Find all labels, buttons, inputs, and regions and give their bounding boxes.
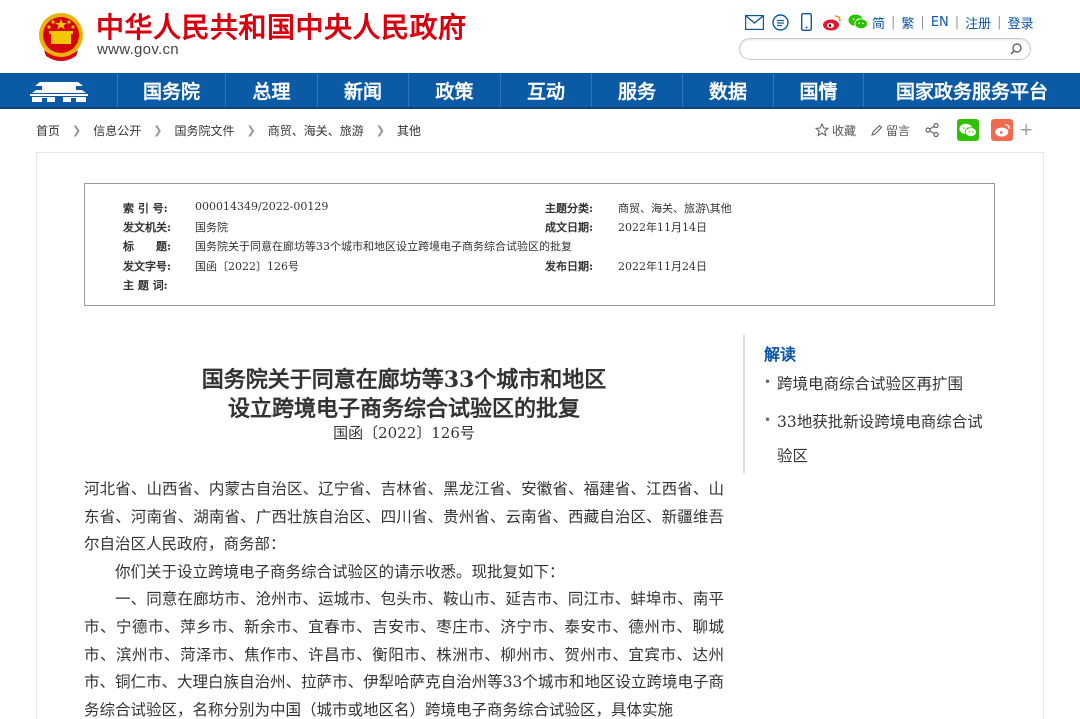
nav-item-premier[interactable]: 总理 — [225, 73, 317, 107]
search-box — [739, 38, 1031, 60]
chevron-right-icon: ❯ — [153, 124, 163, 137]
breadcrumb-home[interactable]: 首页 — [36, 122, 60, 139]
title-label: 标 题: — [123, 240, 172, 253]
nav-item-data[interactable]: 数据 — [682, 73, 773, 107]
interpretation-heading: 解读 — [764, 345, 797, 364]
chevron-right-icon: ❯ — [375, 124, 385, 137]
register-link[interactable]: 注册 — [965, 13, 991, 32]
pencil-icon — [871, 124, 883, 136]
nav-items: 国务院 总理 新闻 政策 互动 服务 数据 国情 国家政务服务平台 — [117, 73, 1080, 107]
interpretation-link-label: 跨境电商综合试验区再扩围 — [777, 375, 964, 393]
topic-category-label: 主题分类: — [545, 202, 594, 215]
index-number-value: 000014349/2022-00129 — [195, 200, 329, 213]
link-separator: | — [997, 15, 1002, 30]
wechat-icon — [959, 123, 978, 137]
site-title[interactable]: 中华人民共和国中央人民政府 — [96, 6, 467, 46]
document-title-line-1: 国务院关于同意在廊坊等33个城市和地区 — [201, 367, 607, 393]
breadcrumb-other[interactable]: 其他 — [397, 122, 421, 139]
bullet-icon: • — [764, 375, 772, 389]
site-url[interactable]: www.gov.cn — [97, 41, 179, 58]
message-icon[interactable] — [770, 12, 790, 32]
created-date-value: 2022年11月14日 — [618, 221, 707, 234]
mail-icon[interactable] — [744, 12, 764, 32]
topic-category-value: 商贸、海关、旅游\其他 — [618, 202, 732, 215]
login-link[interactable]: 登录 — [1008, 13, 1034, 32]
breadcrumb-state-council-documents[interactable]: 国务院文件 — [174, 122, 234, 139]
english-link[interactable]: EN — [931, 15, 949, 30]
published-date-value: 2022年11月24日 — [618, 260, 707, 273]
issuer-value: 国务院 — [195, 221, 228, 234]
interpretation-link[interactable]: • 33地获批新设跨境电商综合试验区 — [764, 405, 994, 473]
issuer-label: 发文机关: — [123, 221, 172, 234]
breadcrumb-info-disclosure[interactable]: 信息公开 — [93, 122, 141, 139]
star-icon — [815, 123, 829, 137]
document-number-value: 国函〔2022〕126号 — [195, 260, 299, 273]
favorite-label: 收藏 — [832, 123, 857, 138]
nav-item-gov-service-platform[interactable]: 国家政务服务平台 — [863, 73, 1080, 107]
nav-item-services[interactable]: 服务 — [591, 73, 682, 107]
traditional-chinese-link[interactable]: 繁 — [901, 13, 914, 32]
plus-icon[interactable]: + — [1019, 121, 1033, 139]
title-value: 国务院关于同意在廊坊等33个城市和地区设立跨境电子商务综合试验区的批复 — [195, 240, 572, 253]
comment-label: 留言 — [886, 123, 911, 138]
top-icon-bar — [744, 10, 868, 34]
nav-item-news[interactable]: 新闻 — [317, 73, 408, 107]
mobile-icon[interactable] — [796, 12, 816, 32]
document-title-line-2: 设立跨境电子商务综合试验区的批复 — [227, 396, 580, 422]
published-date-label: 发布日期: — [545, 260, 594, 273]
nav-item-state-council[interactable]: 国务院 — [117, 73, 225, 107]
search-icon[interactable] — [1008, 41, 1024, 57]
chevron-right-icon: ❯ — [246, 124, 256, 137]
breadcrumb: 首页 ❯ 信息公开 ❯ 国务院文件 ❯ 商贸、海关、旅游 ❯ 其他 — [36, 122, 421, 139]
language-links: 简 | 繁 | EN | 注册 | 登录 — [872, 13, 1034, 32]
created-date-label: 成文日期: — [545, 221, 594, 234]
nav-item-interaction[interactable]: 互动 — [500, 73, 591, 107]
document-body: 河北省、山西省、内蒙古自治区、辽宁省、吉林省、黑龙江省、安徽省、福建省、江西省、… — [84, 476, 724, 719]
weibo-icon[interactable] — [822, 12, 842, 32]
nav-item-national-info[interactable]: 国情 — [773, 73, 863, 107]
national-emblem-logo[interactable] — [36, 10, 86, 64]
site-header: 中华人民共和国中央人民政府 www.gov.cn 简 | 繁 | EN | 注册… — [0, 0, 1080, 73]
document-metadata-table: 索 引 号: 000014349/2022-00129 主题分类: 商贸、海关、… — [84, 183, 995, 306]
link-separator: | — [954, 15, 960, 30]
favorite-button[interactable]: 收藏 — [815, 122, 856, 139]
document-number-label: 发文字号: — [123, 260, 172, 273]
chevron-right-icon: ❯ — [72, 124, 82, 137]
interpretation-link-label: 33地获批新设跨境电商综合试验区 — [777, 413, 983, 465]
index-number-label: 索 引 号: — [123, 202, 168, 215]
simplified-chinese-link[interactable]: 简 — [872, 13, 885, 32]
search-input[interactable] — [750, 41, 1000, 57]
body-paragraph: 你们关于设立跨境电子商务综合试验区的请示收悉。现批复如下： — [115, 562, 565, 581]
link-separator: | — [891, 15, 896, 30]
share-weibo-button[interactable] — [991, 119, 1014, 141]
link-separator: | — [920, 15, 925, 30]
breadcrumb-commerce-customs-tourism[interactable]: 商贸、海关、旅游 — [268, 122, 364, 139]
bullet-icon: • — [764, 413, 772, 427]
document-number: 国函〔2022〕126号 — [333, 424, 475, 442]
main-nav: 国务院 总理 新闻 政策 互动 服务 数据 国情 国家政务服务平台 — [0, 73, 1080, 109]
interpretation-link[interactable]: • 跨境电商综合试验区再扩围 — [764, 367, 994, 401]
article-tools: 收藏 留言 + — [815, 119, 1033, 141]
keywords-label: 主 题 词: — [123, 279, 168, 292]
recipients-paragraph: 河北省、山西省、内蒙古自治区、辽宁省、吉林省、黑龙江省、安徽省、福建省、江西省、… — [84, 480, 724, 554]
share-wechat-button[interactable] — [957, 119, 980, 141]
weibo-icon — [994, 123, 1010, 137]
nav-item-policy[interactable]: 政策 — [408, 73, 500, 107]
body-paragraph: 一、同意在廊坊市、沧州市、运城市、包头市、鞍山市、延吉市、同江市、蚌埠市、南平市… — [84, 590, 724, 719]
share-icon[interactable] — [924, 122, 943, 138]
comment-button[interactable]: 留言 — [870, 122, 910, 139]
wechat-icon[interactable] — [848, 12, 868, 32]
tiananmen-icon[interactable] — [0, 73, 117, 107]
